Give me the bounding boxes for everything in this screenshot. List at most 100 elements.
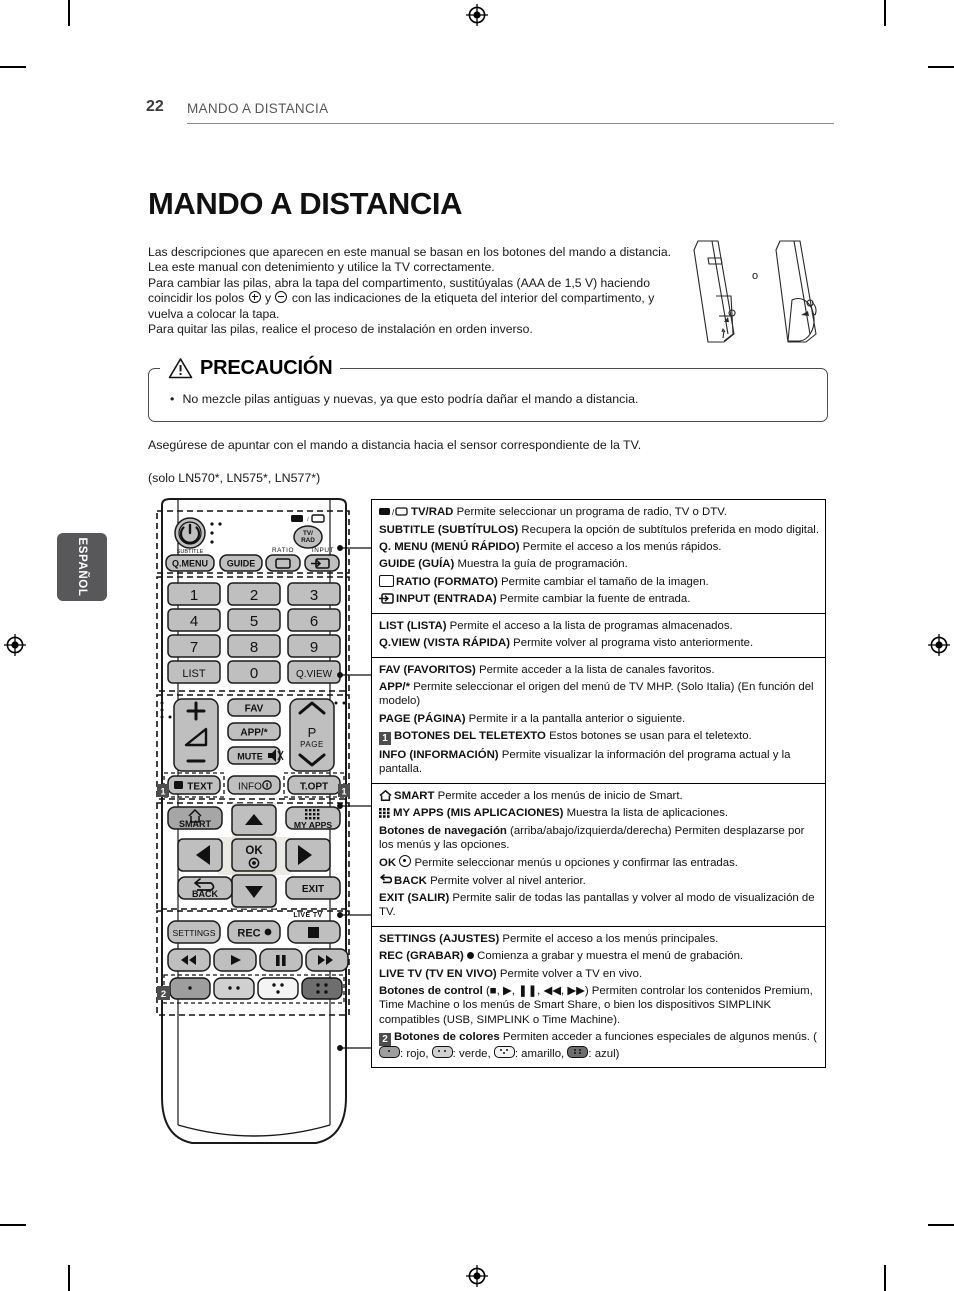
desc-lead: Q. MENU (MENÚ RÁPIDO) <box>379 540 520 553</box>
svg-text:1: 1 <box>160 786 165 796</box>
svg-text:INFO: INFO <box>238 781 262 792</box>
color-legend-open: ( <box>813 1030 817 1043</box>
page-header: 22 MANDO A DISTANCIA <box>146 98 834 126</box>
desc-text: Permite el acceso a la lista de programa… <box>449 619 733 632</box>
model-applicability-line: (solo LN570*, LN575*, LN577*) <box>148 471 321 485</box>
apps-grid-icon <box>379 807 391 819</box>
page-number: 22 <box>146 98 164 115</box>
svg-text:BACK: BACK <box>192 889 218 899</box>
svg-text:8: 8 <box>250 639 258 656</box>
remote-button-rec: REC <box>227 920 281 944</box>
header-section-title: MANDO A DISTANCIA <box>187 101 329 116</box>
remote-button-fav: FAV <box>227 698 281 717</box>
remote-button-1: 1 <box>167 582 221 606</box>
rec-dot-icon <box>466 952 474 960</box>
crop-mark-tr-h <box>928 66 954 68</box>
desc-row-control: Botones de control (■, ▶, ❚❚, ◀◀, ▶▶) Pe… <box>379 984 819 1027</box>
desc-row-exit: EXIT (SALIR) Permite salir de todas las … <box>379 891 819 919</box>
desc-lead: Q.VIEW (VISTA RÁPIDA) <box>379 637 510 650</box>
remote-button-nav-left <box>177 838 223 872</box>
desc-row-colors: 2 Botones de colores Permiten acceder a f… <box>379 1030 819 1061</box>
desc-lead: OK <box>379 857 397 870</box>
crop-mark-tl-v <box>68 0 70 26</box>
tvrad-icon: / <box>379 506 409 517</box>
desc-text: Permite el acceso a los menús principale… <box>502 932 719 945</box>
desc-lead: LIVE TV (TV EN VIVO) <box>379 967 497 980</box>
crop-mark-tl-h <box>0 66 26 68</box>
remote-button-8: 8 <box>227 634 281 658</box>
desc-lead: MY APPS (MIS APLICACIONES) <box>393 807 564 820</box>
registration-mark-bottom <box>466 1265 488 1287</box>
remote-button-back: BACK <box>177 876 233 900</box>
desc-row-tvrad: / TV/RAD Permite seleccionar un programa… <box>379 505 819 519</box>
desc-row-ratio: RATIO (FORMATO) Permite cambiar el tamañ… <box>379 574 819 589</box>
desc-row-page: PAGE (PÁGINA) Permite ir a la pantalla a… <box>379 712 819 726</box>
desc-text: Recupera la opción de subtítulos preferi… <box>521 523 819 536</box>
svg-text:Q.VIEW: Q.VIEW <box>296 669 333 680</box>
desc-text: Permite seleccionar menús u opciones y c… <box>414 857 738 870</box>
svg-text:1: 1 <box>190 587 198 604</box>
desc-text: Permite seleccionar un programa de radio… <box>456 506 727 519</box>
desc-lead: EXIT (SALIR) <box>379 892 450 905</box>
svg-text:MY APPS: MY APPS <box>294 820 332 830</box>
registration-mark-left <box>4 634 26 656</box>
remote-button-volume <box>173 698 219 772</box>
color-legend-yellow: : amarillo, <box>514 1047 565 1060</box>
desc-lead: INFO (INFORMACIÓN) <box>379 749 499 762</box>
remote-label-ratio: RATIO <box>272 547 294 554</box>
color-swatch-red <box>379 1045 400 1058</box>
svg-text:7: 7 <box>190 639 198 656</box>
desc-lead: Botones de colores <box>394 1030 500 1043</box>
remote-button-rewind <box>167 948 211 972</box>
remote-button-nav-up <box>231 804 277 836</box>
desc-row-ok: OK Permite seleccionar menús u opciones … <box>379 855 819 870</box>
remote-button-4: 4 <box>167 608 221 632</box>
intro-line-2: Lea este manual con detenimiento y utili… <box>148 260 495 275</box>
badge-1: 1 <box>379 732 391 746</box>
caution-legend: PRECAUCIÓN <box>160 355 341 381</box>
button-description-table: / TV/RAD Permite seleccionar un programa… <box>371 499 826 1069</box>
desc-row-smart: SMART Permite acceder a los menús de ini… <box>379 789 819 803</box>
desc-row-list: LIST (LISTA) Permite el acceso a la list… <box>379 619 819 633</box>
svg-text:4: 4 <box>190 613 198 630</box>
color-legend-red: : rojo, <box>400 1047 429 1060</box>
registration-mark-right <box>928 634 950 656</box>
intro-line-3b: y <box>264 291 272 306</box>
desc-row-teletext: 1 BOTONES DEL TELETEXTO Estos botones se … <box>379 729 819 746</box>
desc-text: Comienza a grabar y muestra el menú de g… <box>477 950 744 963</box>
remote-button-color-red <box>169 977 211 1000</box>
home-icon <box>379 790 392 801</box>
color-legend-green: : verde, <box>452 1047 491 1060</box>
ok-icon <box>399 855 412 868</box>
caution-bullet-marker: • <box>170 392 175 406</box>
desc-text: Permite volver al nivel anterior. <box>430 874 586 887</box>
aim-note: Asegúrese de apuntar con el mando a dist… <box>148 438 642 452</box>
remote-button-page: P PAGE <box>289 698 335 772</box>
desc-lead: BACK <box>394 874 427 887</box>
remote-button-smart: SMART <box>167 806 223 830</box>
caution-heading: PRECAUCIÓN <box>200 356 333 379</box>
svg-text:RAD: RAD <box>301 537 315 544</box>
remote-button-ok: OK <box>231 838 277 872</box>
desc-lead: TV/RAD <box>411 506 454 519</box>
desc-text: Muestra la guía de programación. <box>457 558 628 571</box>
desc-section-1: / TV/RAD Permite seleccionar un programa… <box>372 500 825 614</box>
svg-text:2: 2 <box>250 587 258 604</box>
svg-text:SMART: SMART <box>179 819 211 829</box>
intro-line-1: Las descripciones que aparecen en este m… <box>148 245 672 259</box>
svg-text:REC: REC <box>237 928 260 940</box>
warning-triangle-icon <box>168 358 193 379</box>
remote-button-ratio <box>265 554 301 572</box>
remote-button-2: 2 <box>227 582 281 606</box>
desc-lead: Botones de navegación <box>379 824 507 837</box>
svg-text:GUIDE: GUIDE <box>227 559 256 569</box>
intro-line-3: Para cambiar las pilas, abra la tapa del… <box>148 276 688 322</box>
badge-2: 2 <box>379 1032 391 1046</box>
desc-lead: PAGE (PÁGINA) <box>379 712 466 725</box>
remote-badge-1-left: 1 <box>157 784 169 797</box>
remote-button-color-green <box>213 977 255 1000</box>
plus-pole-icon <box>248 291 261 304</box>
remote-label-live-tv: LIVE TV <box>293 912 322 919</box>
ratio-icon <box>379 574 394 587</box>
svg-text:MUTE: MUTE <box>237 752 263 762</box>
